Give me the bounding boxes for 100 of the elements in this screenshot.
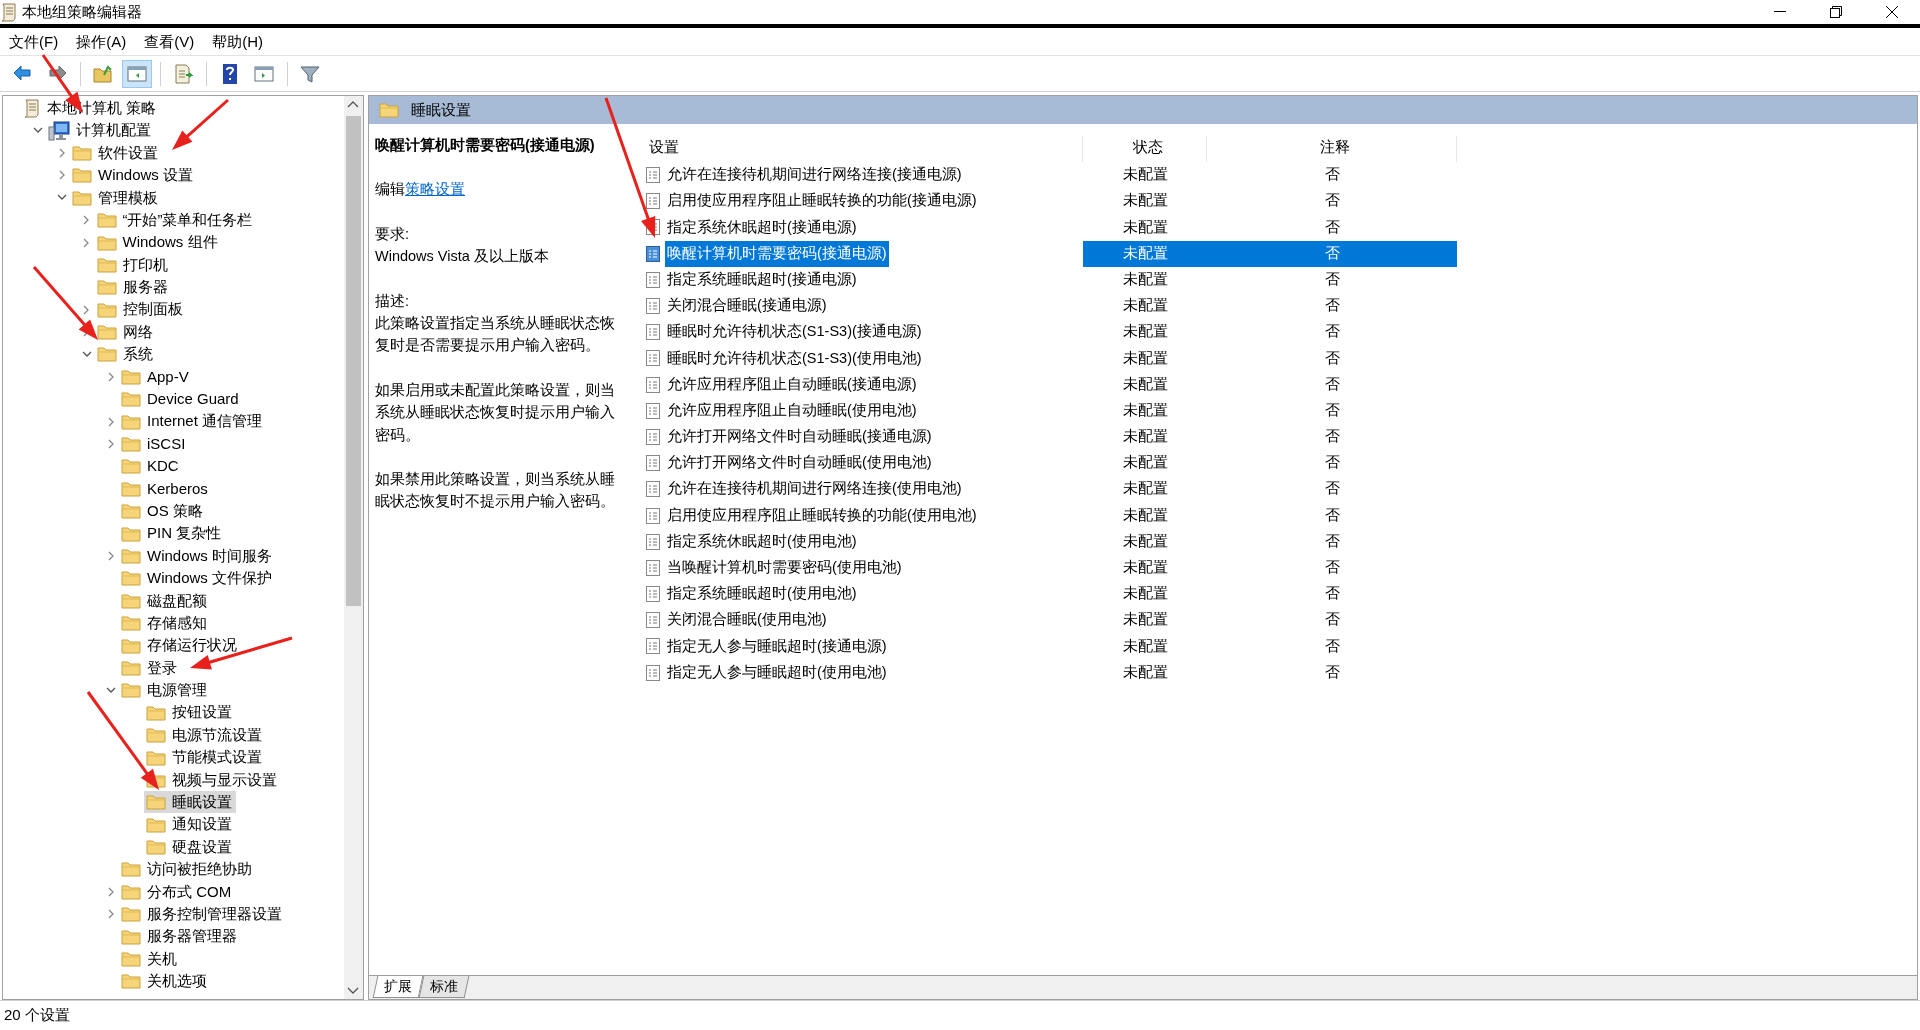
tree-item[interactable]: 分布式 COM [119,880,236,903]
chevron-right-icon[interactable] [58,170,66,181]
table-cell[interactable]: 允许应用程序阻止自动睡眠(接通电源) [643,371,1083,398]
table-cell[interactable]: 睡眠时允许待机状态(S1-S3)(接通电源) [643,319,1083,346]
tree-item[interactable]: 管理模板 [70,186,162,209]
tree-item[interactable]: Kerberos [119,477,212,500]
tree-item[interactable]: 网络 [94,321,157,344]
table-cell[interactable]: 关闭混合睡眠(接通电源) [643,292,1083,320]
tree-item[interactable]: 访问被拒绝协助 [119,858,256,881]
chevron-right-icon[interactable] [83,215,90,226]
document-icon [645,401,661,420]
scroll-up-icon[interactable] [347,100,359,108]
tree-item[interactable]: “开始”菜单和任务栏 [94,209,257,232]
table-cell[interactable]: 指定系统睡眠超时(接通电源) [643,266,1083,293]
tree-item[interactable]: 睡眠设置 [143,791,236,814]
chevron-right-icon[interactable] [107,909,115,920]
tree-item[interactable]: 关机选项 [119,970,211,993]
tree-item[interactable]: 系统 [94,343,157,366]
chevron-down-icon[interactable] [57,194,67,202]
chevron-right-icon[interactable] [107,439,115,450]
tree-item[interactable]: KDC [119,455,183,478]
chevron-down-icon[interactable] [32,127,43,135]
tree-item[interactable]: 电源节流设置 [143,724,266,747]
column-header[interactable]: 注释 [1207,136,1457,162]
chevron-right-icon[interactable] [107,416,115,427]
table-cell-text: 否 [1323,584,1341,604]
scroll-down-icon[interactable] [347,987,359,995]
table-cell[interactable]: 关闭混合睡眠(使用电池) [643,607,1083,634]
tree-item[interactable]: 按钮设置 [143,701,236,724]
tree-item[interactable]: 软件设置 [70,141,162,164]
chevron-right-icon[interactable] [83,237,90,248]
tree-item[interactable]: 硬盘设置 [143,836,236,859]
table-cell-text: 否 [1323,453,1341,473]
tree-item[interactable]: Internet 通信管理 [119,410,267,433]
chevron-right-icon[interactable] [107,886,115,897]
table-cell[interactable]: 允许在连接待机期间进行网络连接(使用电池) [643,476,1083,503]
tree-item[interactable]: Device Guard [119,388,243,411]
menu-item[interactable]: 帮助(H) [203,29,272,54]
tree-item[interactable]: 服务器 [94,276,172,299]
tree-item[interactable]: 电源管理 [119,679,211,702]
table-cell[interactable]: 允许应用程序阻止自动睡眠(使用电池) [643,397,1083,424]
table-cell[interactable]: 睡眠时允许待机状态(S1-S3)(使用电池) [643,345,1083,372]
tree-item[interactable]: iSCSI [119,433,190,456]
table-cell-text: 未配置 [1121,531,1169,551]
table-cell[interactable]: 启用使应用程序阻止睡眠转换的功能(接通电源) [643,188,1083,215]
document-icon [645,480,661,499]
document-icon [645,244,661,263]
tree-item[interactable]: 打印机 [94,253,172,276]
tree-item[interactable]: 服务控制管理器设置 [119,903,286,926]
policy-settings-link[interactable]: 策略设置 [405,181,465,198]
chevron-right-icon[interactable] [107,371,115,382]
table-cell[interactable]: 启用使应用程序阻止睡眠转换的功能(使用电池) [643,502,1083,529]
tree-item[interactable]: 服务器管理器 [119,925,241,948]
table-cell-text: 未配置 [1121,165,1169,185]
tree-item[interactable]: PIN 复杂性 [119,522,226,545]
chevron-right-icon[interactable] [58,147,66,158]
scrollbar[interactable] [344,96,363,999]
tree-item[interactable]: 通知设置 [143,813,236,836]
tree-item[interactable]: 登录 [119,656,181,679]
tree-item[interactable]: 控制面板 [94,298,187,321]
column-header[interactable]: 状态 [1083,136,1207,162]
table-cell[interactable]: 指定无人参与睡眠超时(接通电源) [643,633,1083,660]
column-header[interactable]: 设置 [643,136,1083,162]
chevron-right-icon[interactable] [83,304,90,315]
table-cell-text: 否 [1323,296,1341,316]
menu-item[interactable]: 查看(V) [135,29,204,54]
computer-icon [47,120,70,141]
tree-item[interactable]: 计算机配置 [45,119,155,142]
tree-item[interactable]: 磁盘配额 [119,589,211,612]
tree-item[interactable]: OS 策略 [119,500,207,523]
chevron-right-icon[interactable] [107,551,115,561]
table-cell[interactable]: 允许打开网络文件时自动睡眠(使用电池) [643,450,1083,477]
menu-item[interactable]: 操作(A) [67,29,136,54]
table-cell[interactable]: 当唤醒计算机时需要密码(使用电池) [643,554,1083,581]
menu-item[interactable]: 文件(F) [0,29,68,54]
table-cell: 未配置 [1083,240,1207,267]
view-tab[interactable]: 标准 [418,976,470,998]
tree-item[interactable]: 存储运行状况 [119,634,241,657]
table-cell[interactable]: 指定无人参与睡眠超时(使用电池) [643,659,1083,686]
description-text: 此策略设置指定当系统从睡眠状态恢复时是否需要提示用户输入密码。 [375,314,616,356]
tree-item[interactable]: Windows 设置 [70,164,198,187]
chevron-down-icon[interactable] [81,351,92,358]
tree-item[interactable]: Windows 时间服务 [119,545,277,567]
table-cell[interactable]: 允许打开网络文件时自动睡眠(接通电源) [643,423,1083,451]
chevron-down-icon[interactable] [106,686,116,694]
table-cell[interactable]: 允许在连接待机期间进行网络连接(接通电源) [643,162,1083,189]
view-tab[interactable]: 扩展 [372,976,424,998]
table-cell[interactable]: 指定系统睡眠超时(使用电池) [643,581,1083,608]
tree-item[interactable]: Windows 文件保护 [119,567,277,590]
folder-icon [121,861,141,878]
tree-item[interactable]: 存储感知 [119,612,211,635]
restore-icon [1830,6,1842,18]
tree-item[interactable]: 节能模式设置 [143,746,266,769]
table-cell[interactable]: 指定系统休眠超时(使用电池) [643,528,1083,555]
table-cell-text: 否 [1323,191,1341,211]
folder-icon [96,324,117,341]
table-cell-text: 否 [1323,348,1341,368]
tree-item[interactable]: App-V [119,365,193,388]
tree-item[interactable]: Windows 组件 [94,231,222,254]
tree-item[interactable]: 关机 [119,948,181,971]
